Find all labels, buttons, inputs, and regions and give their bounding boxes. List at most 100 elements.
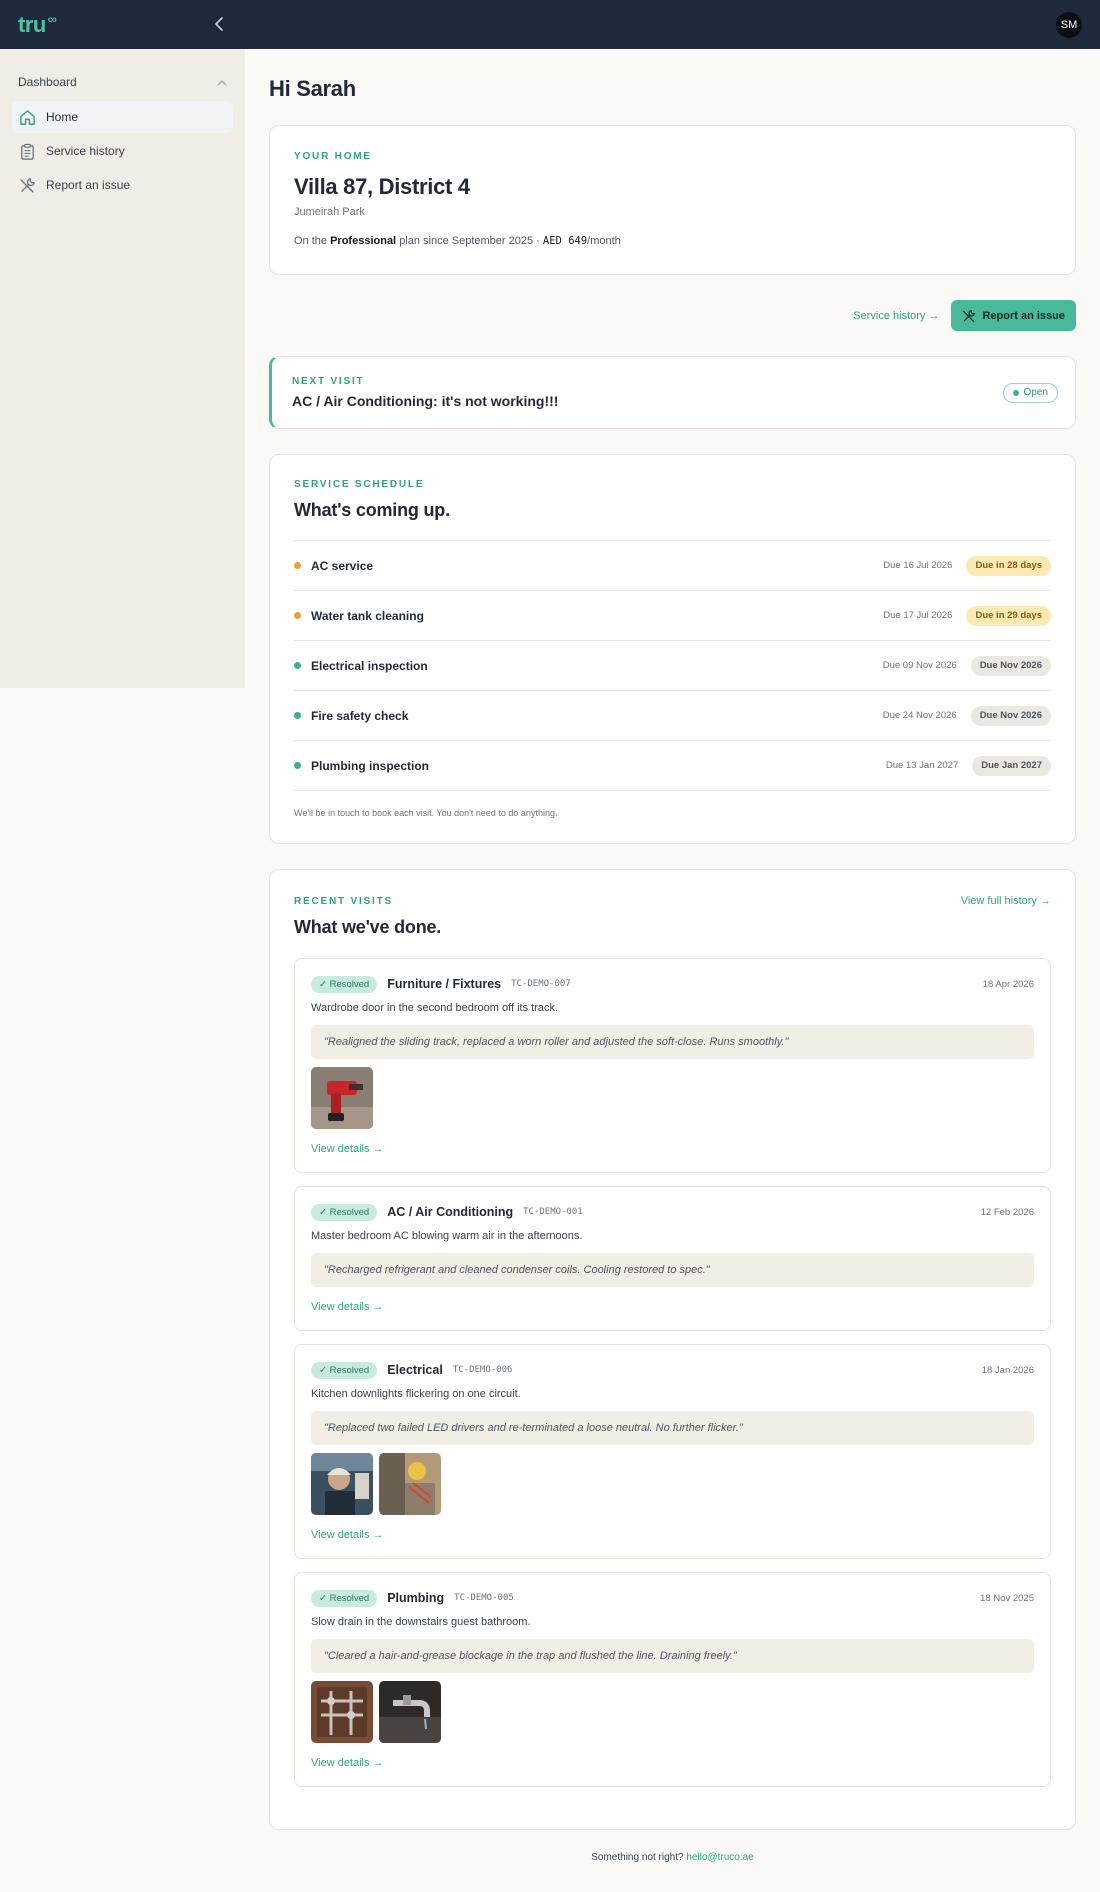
sidebar-item-report-issue[interactable]: Report an issue xyxy=(12,169,233,201)
due-badge: Due in 29 days xyxy=(966,605,1051,626)
visit-card: ✓ Resolved Plumbing TC-DEMO-005 18 Nov 2025… xyxy=(294,1572,1051,1787)
technician-note: "Cleared a hair-and-grease blockage in t… xyxy=(311,1639,1034,1673)
visit-date: 18 Nov 2025 xyxy=(980,1592,1034,1604)
next-visit-eyebrow: NEXT VISIT xyxy=(292,376,365,387)
schedule-row[interactable]: Fire safety check Due 24 Nov 2026 Due Nov … xyxy=(294,691,1051,741)
top-bar: tru co SM xyxy=(0,0,1100,49)
visit-category: Plumbing xyxy=(387,1591,445,1605)
schedule-note: We'll be in touch to book each visit. Yo… xyxy=(294,808,558,818)
status-dot xyxy=(294,562,301,569)
logo-sup: co xyxy=(47,14,57,24)
visit-card: ✓ Resolved AC / Air Conditioning TC-DEMO-0… xyxy=(294,1186,1051,1331)
action-bar: Service history → Report an issue xyxy=(269,300,1076,331)
visit-ticket-code: TC-DEMO-005 xyxy=(454,1593,514,1603)
visit-description: Slow drain in the downstairs guest bathr… xyxy=(311,1616,531,1628)
home-icon xyxy=(18,108,36,126)
schedule-row[interactable]: Electrical inspection Due 09 Nov 2026 Due … xyxy=(294,641,1051,691)
service-history-link[interactable]: Service history → xyxy=(853,310,939,322)
status-dot xyxy=(1012,389,1019,396)
footer: Something not right? hello@truco.ae xyxy=(269,1852,1076,1863)
status-badge: Open xyxy=(1002,382,1058,403)
visit-photos xyxy=(311,1067,1034,1129)
due-badge: Due Nov 2026 xyxy=(970,655,1051,676)
visit-ticket-code: TC-DEMO-007 xyxy=(511,979,571,989)
due-badge: Due Nov 2026 xyxy=(970,705,1051,726)
sidebar-item-home[interactable]: Home xyxy=(12,101,233,133)
faucet-photo[interactable] xyxy=(379,1681,441,1743)
visit-date: 18 Jan 2026 xyxy=(981,1364,1034,1376)
support-email-link[interactable]: hello@truco.ae xyxy=(686,1852,753,1863)
schedule-item-name: Plumbing inspection xyxy=(311,758,430,773)
chevron-up-icon xyxy=(217,79,227,85)
visit-description: Kitchen downlights flickering on one cir… xyxy=(311,1388,521,1400)
user-avatar[interactable]: SM xyxy=(1056,11,1082,38)
sidebar-item-label: Report an issue xyxy=(46,178,131,192)
sidebar-group-dashboard[interactable]: Dashboard xyxy=(12,71,233,93)
view-full-history-link[interactable]: View full history → xyxy=(961,895,1051,907)
visit-description: Wardrobe door in the second bedroom off … xyxy=(311,1002,559,1014)
schedule-item-due: Due 17 Jul 2026 xyxy=(883,610,953,621)
schedule-title: What's coming up. xyxy=(294,500,450,520)
plan-price: AED 649 xyxy=(542,235,588,247)
visit-category: Electrical xyxy=(387,1363,443,1377)
brand-logo[interactable]: tru co xyxy=(18,13,57,36)
schedule-row[interactable]: AC service Due 16 Jul 2026 Due in 28 days xyxy=(294,541,1051,591)
sidebar-group-label: Dashboard xyxy=(18,75,77,89)
resolved-badge: ✓ Resolved xyxy=(311,1361,378,1379)
next-visit-title: AC / Air Conditioning: it's not working!… xyxy=(292,393,559,409)
view-details-link[interactable]: View details → xyxy=(311,1143,384,1155)
collapse-sidebar-button[interactable] xyxy=(210,14,230,34)
visit-ticket-code: TC-DEMO-001 xyxy=(523,1207,583,1217)
plan-suffix: /month xyxy=(587,235,621,247)
schedule-row[interactable]: Plumbing inspection Due 13 Jan 2027 Due Ja… xyxy=(294,741,1051,791)
view-details-link[interactable]: View details → xyxy=(311,1301,384,1313)
schedule-row[interactable]: Water tank cleaning Due 17 Jul 2026 Due in… xyxy=(294,591,1051,641)
sidebar-item-service-history[interactable]: Service history xyxy=(12,135,233,167)
visit-photos xyxy=(311,1681,1034,1743)
visit-ticket-code: TC-DEMO-006 xyxy=(452,1365,513,1375)
recent-eyebrow: RECENT VISITS xyxy=(294,895,393,907)
schedule-eyebrow: SERVICE SCHEDULE xyxy=(294,479,425,490)
tools-icon xyxy=(18,176,36,194)
next-visit-card[interactable]: NEXT VISIT AC / Air Conditioning: it's n… xyxy=(269,356,1076,429)
schedule-item-due: Due 24 Nov 2026 xyxy=(882,710,957,721)
report-issue-label: Report an issue xyxy=(982,309,1065,322)
sidebar-item-label: Service history xyxy=(46,144,125,158)
pipes-photo[interactable] xyxy=(311,1681,373,1743)
due-badge: Due Jan 2027 xyxy=(972,755,1051,776)
status-dot xyxy=(294,712,301,719)
main-content: Hi Sarah YOUR HOME Villa 87, District 4 … xyxy=(269,49,1076,1830)
home-plan-line: On the Professional plan since September… xyxy=(294,235,1051,247)
drill-photo[interactable] xyxy=(311,1067,373,1129)
resolved-badge: ✓ Resolved xyxy=(311,1203,378,1221)
schedule-item-due: Due 09 Nov 2026 xyxy=(882,660,957,671)
status-dot xyxy=(294,612,301,619)
wiring-photo[interactable] xyxy=(379,1453,441,1515)
plan-name: Professional xyxy=(330,235,397,247)
status-dot xyxy=(294,662,301,669)
schedule-item-due: Due 16 Jul 2026 xyxy=(883,560,953,571)
plan-prefix: On the xyxy=(294,235,328,247)
sidebar: Dashboard Home Service history Report an… xyxy=(0,49,245,688)
footer-text: Something not right? xyxy=(591,1852,684,1863)
report-issue-button[interactable]: Report an issue xyxy=(951,300,1076,331)
electrician-photo[interactable] xyxy=(311,1453,373,1515)
status-dot xyxy=(294,762,301,769)
due-badge: Due in 28 days xyxy=(966,555,1051,576)
technician-note: "Replaced two failed LED drivers and re-… xyxy=(311,1411,1034,1445)
service-schedule-card: SERVICE SCHEDULE What's coming up. AC se… xyxy=(269,454,1076,844)
recent-visits-card: RECENT VISITS View full history → What w… xyxy=(269,869,1076,1830)
sidebar-item-label: Home xyxy=(46,110,79,124)
home-eyebrow: YOUR HOME xyxy=(294,151,372,162)
resolved-badge: ✓ Resolved xyxy=(311,975,378,993)
view-details-link[interactable]: View details → xyxy=(311,1757,384,1769)
visit-card: ✓ Resolved Furniture / Fixtures TC-DEMO-00… xyxy=(294,958,1051,1173)
technician-note: "Recharged refrigerant and cleaned conde… xyxy=(311,1253,1034,1287)
tools-icon xyxy=(963,309,976,322)
visit-card: ✓ Resolved Electrical TC-DEMO-006 18 Jan 20… xyxy=(294,1344,1051,1559)
schedule-item-name: AC service xyxy=(311,558,374,573)
visit-list: ✓ Resolved Furniture / Fixtures TC-DEMO-00… xyxy=(294,958,1051,1787)
view-details-link[interactable]: View details → xyxy=(311,1529,384,1541)
page-title: Hi Sarah xyxy=(269,76,356,101)
schedule-item-name: Electrical inspection xyxy=(311,658,428,673)
